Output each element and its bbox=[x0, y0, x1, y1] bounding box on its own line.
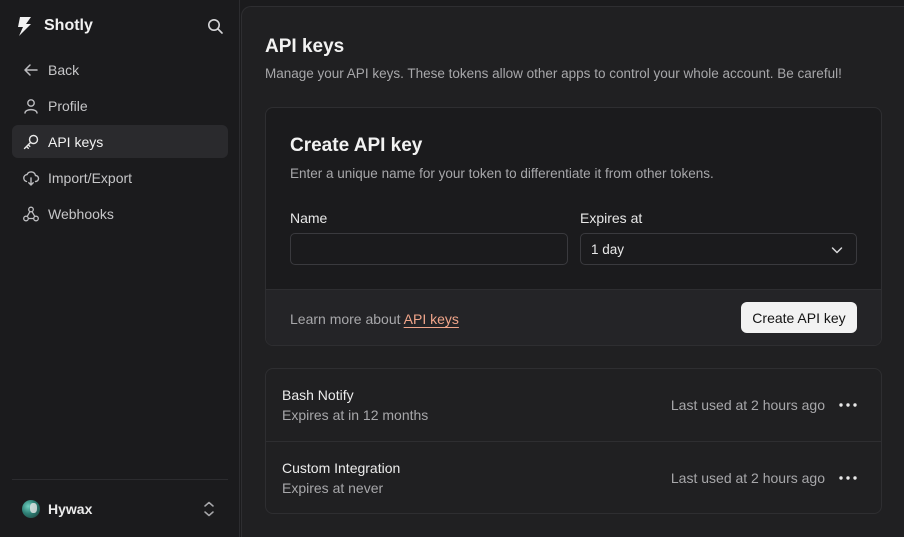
api-keys-list: Bash Notify Expires at in 12 months Last… bbox=[265, 368, 882, 514]
sidebar-item-label: Webhooks bbox=[48, 205, 114, 222]
list-item: Bash Notify Expires at in 12 months Last… bbox=[266, 369, 881, 442]
card-subtitle: Enter a unique name for your token to di… bbox=[290, 166, 714, 181]
api-keys-docs-link[interactable]: API keys bbox=[404, 311, 459, 327]
sidebar-item-api-keys[interactable]: API keys bbox=[12, 125, 228, 158]
create-api-key-card: Create API key Enter a unique name for y… bbox=[265, 107, 882, 346]
more-options-icon[interactable] bbox=[837, 470, 859, 486]
page-title: API keys bbox=[265, 36, 345, 57]
user-switcher[interactable]: Hywax bbox=[12, 479, 228, 537]
arrow-left-icon bbox=[22, 61, 40, 79]
chevron-down-icon bbox=[831, 247, 843, 254]
shotly-logo-icon bbox=[18, 17, 31, 36]
name-input[interactable] bbox=[290, 233, 568, 265]
page-subtitle: Manage your API keys. These tokens allow… bbox=[265, 66, 842, 81]
webhook-icon bbox=[22, 205, 40, 223]
expires-value: 1 day bbox=[591, 241, 625, 257]
sidebar-item-label: Import/Export bbox=[48, 169, 133, 186]
chevron-up-down-icon bbox=[204, 501, 214, 517]
expires-label: Expires at bbox=[580, 210, 643, 226]
user-name: Hywax bbox=[48, 500, 93, 517]
sidebar-nav: Back Profile API keys Import/Export Webh… bbox=[12, 53, 228, 233]
expires-select[interactable]: 1 day bbox=[580, 233, 857, 265]
key-last-used: Last used at 2 hours ago bbox=[670, 470, 825, 486]
sidebar-item-profile[interactable]: Profile bbox=[12, 89, 228, 122]
card-footer: Learn more about API keys Create API key bbox=[266, 289, 881, 345]
name-label: Name bbox=[290, 210, 328, 226]
key-icon bbox=[22, 133, 40, 151]
learn-more-prefix: Learn more about bbox=[290, 311, 401, 327]
key-last-used: Last used at 2 hours ago bbox=[670, 397, 825, 413]
brand: Shotly bbox=[12, 12, 228, 40]
main-panel: API keys Manage your API keys. These tok… bbox=[241, 6, 904, 537]
sidebar-item-webhooks[interactable]: Webhooks bbox=[12, 197, 228, 230]
card-title: Create API key bbox=[290, 135, 423, 156]
sidebar-item-import-export[interactable]: Import/Export bbox=[12, 161, 228, 194]
key-name: Bash Notify bbox=[282, 387, 354, 403]
key-expiry: Expires at in 12 months bbox=[282, 407, 429, 423]
sidebar-item-label: API keys bbox=[48, 133, 104, 150]
create-api-key-button[interactable]: Create API key bbox=[741, 302, 857, 333]
user-icon bbox=[22, 97, 40, 115]
key-name: Custom Integration bbox=[282, 460, 401, 476]
sidebar-item-back[interactable]: Back bbox=[12, 53, 228, 86]
sidebar-item-label: Back bbox=[48, 61, 80, 78]
list-item: Custom Integration Expires at never Last… bbox=[266, 442, 881, 513]
app-window: Shotly Back Profile API keys Import/Expo… bbox=[0, 0, 904, 537]
key-expiry: Expires at never bbox=[282, 480, 384, 496]
cloud-sync-icon bbox=[22, 169, 40, 187]
avatar bbox=[22, 499, 40, 518]
learn-more-text: Learn more about API keys bbox=[290, 311, 459, 327]
sidebar: Shotly Back Profile API keys Import/Expo… bbox=[0, 0, 240, 537]
brand-name: Shotly bbox=[44, 17, 93, 34]
more-options-icon[interactable] bbox=[837, 397, 859, 413]
sidebar-item-label: Profile bbox=[48, 97, 88, 114]
search-icon[interactable] bbox=[206, 17, 224, 35]
